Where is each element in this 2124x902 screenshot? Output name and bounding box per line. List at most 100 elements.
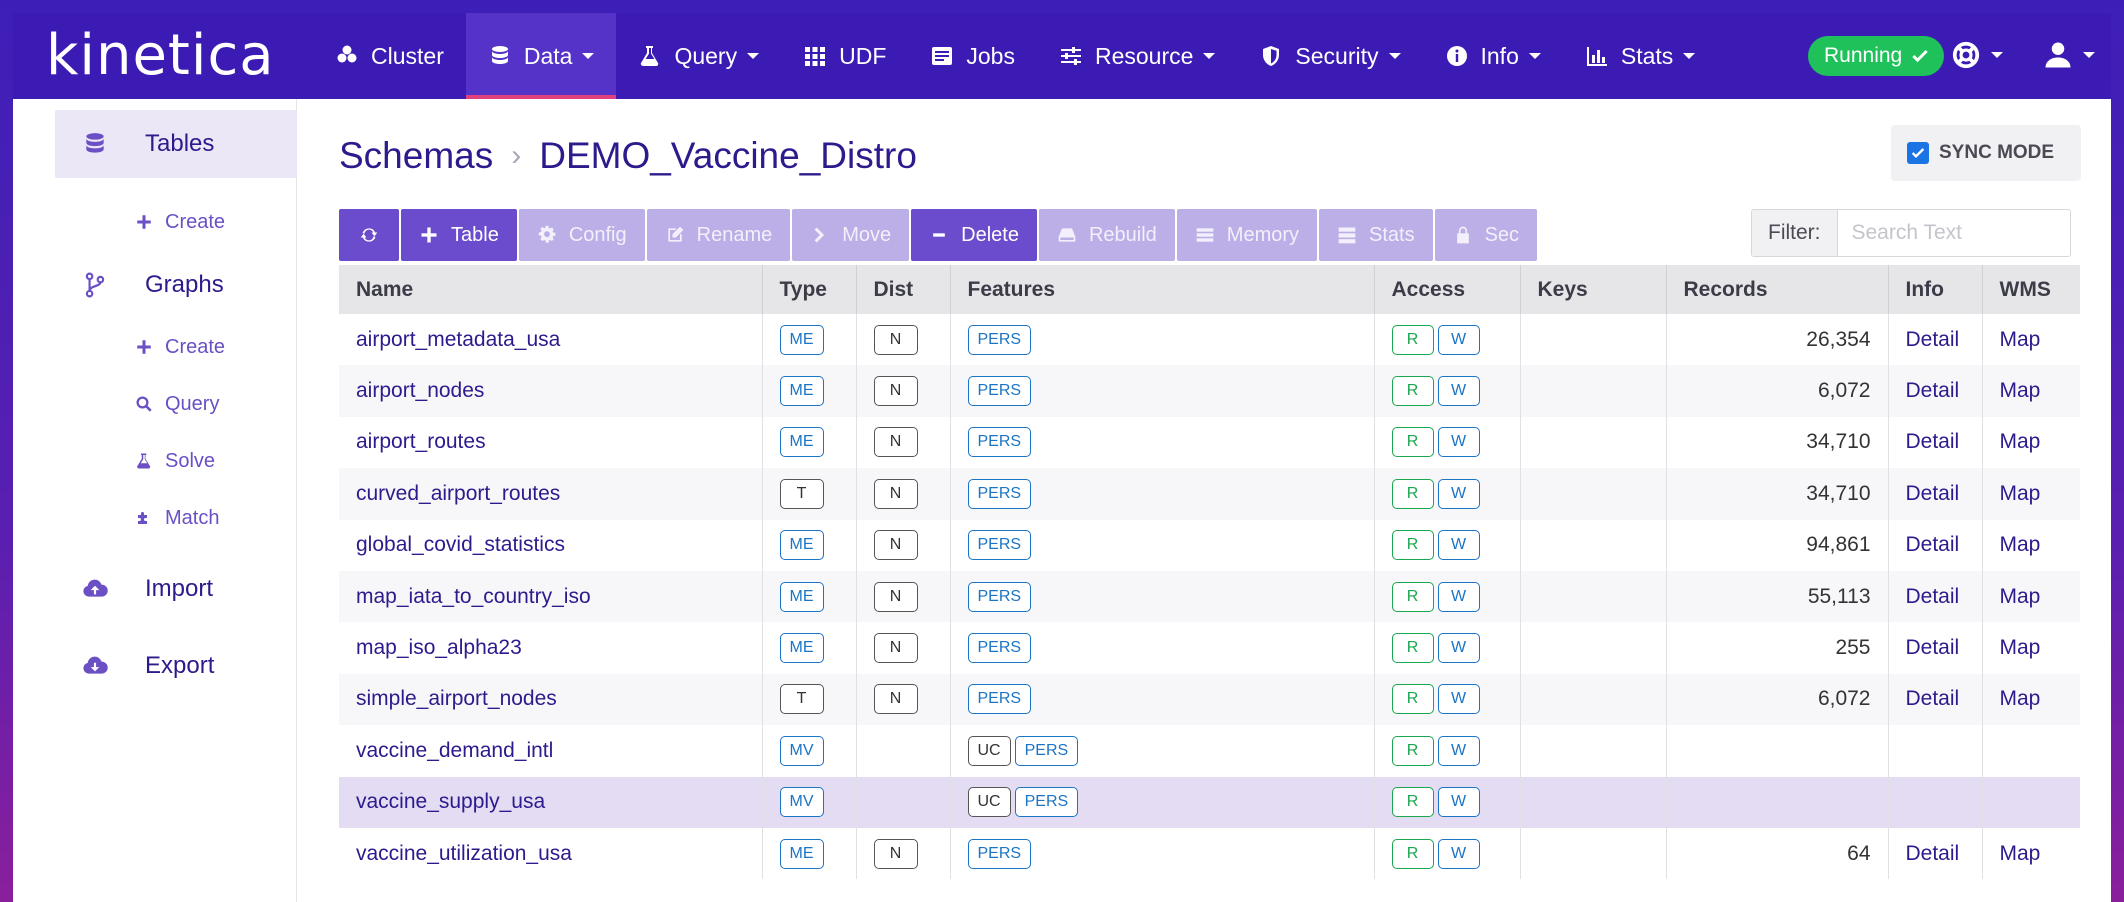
detail-link[interactable]: Detail bbox=[1906, 687, 1960, 710]
table-row[interactable]: vaccine_utilization_usa ME N PERS R W 64 Detail… bbox=[339, 827, 2080, 880]
detail-link[interactable]: Detail bbox=[1906, 379, 1960, 402]
sidebar-sub-tables-create[interactable]: Create bbox=[135, 202, 225, 242]
nav-item-security[interactable]: Security bbox=[1237, 13, 1422, 99]
sidebar-sub-graphs-solve[interactable]: Solve bbox=[135, 441, 215, 481]
nav-item-cluster[interactable]: Cluster bbox=[313, 13, 466, 99]
add-table-button[interactable]: Table bbox=[401, 209, 517, 261]
sync-mode-checkbox[interactable] bbox=[1907, 142, 1929, 164]
detail-link[interactable]: Detail bbox=[1906, 430, 1960, 453]
detail-link[interactable]: Detail bbox=[1906, 585, 1960, 608]
cell-name[interactable]: map_iata_to_country_iso bbox=[339, 570, 763, 623]
column-header-info[interactable]: Info bbox=[1888, 265, 1983, 314]
sidebar-item-tables[interactable]: Tables bbox=[55, 110, 297, 178]
table-row[interactable]: map_iata_to_country_iso ME N PERS R W 55,113 De… bbox=[339, 570, 2080, 623]
table-row[interactable]: vaccine_supply_usa MV UC PERS R W bbox=[339, 776, 2080, 828]
rename-button[interactable]: Rename bbox=[646, 209, 791, 261]
delete-button[interactable]: Delete bbox=[911, 209, 1037, 261]
feature-badge: PERS bbox=[967, 324, 1032, 355]
kinetica-logo[interactable]: kinetica bbox=[46, 28, 275, 84]
dist-badge: N bbox=[873, 838, 918, 869]
cell-name[interactable]: vaccine_supply_usa bbox=[339, 776, 763, 828]
map-link[interactable]: Map bbox=[2000, 328, 2041, 351]
cell-records: 34,710 bbox=[1666, 468, 1889, 520]
map-link[interactable]: Map bbox=[2000, 379, 2041, 402]
move-button[interactable]: Move bbox=[792, 209, 910, 261]
sidebar-item-import[interactable]: Import bbox=[55, 555, 297, 623]
table-name-link[interactable]: simple_airport_nodes bbox=[356, 687, 557, 710]
column-header-type[interactable]: Type bbox=[762, 265, 857, 314]
table-row[interactable]: curved_airport_routes T N PERS R W 34,710 Detai… bbox=[339, 468, 2080, 520]
cell-name[interactable]: airport_routes bbox=[339, 416, 763, 469]
column-header-features[interactable]: Features bbox=[950, 265, 1375, 314]
map-link[interactable]: Map bbox=[2000, 533, 2041, 556]
detail-link[interactable]: Detail bbox=[1906, 636, 1960, 659]
sidebar-item-graphs[interactable]: Graphs bbox=[55, 251, 297, 319]
user-menu[interactable] bbox=[2043, 40, 2095, 70]
column-header-wms[interactable]: WMS bbox=[1982, 265, 2080, 314]
nav-item-resource[interactable]: Resource bbox=[1037, 13, 1237, 99]
table-row[interactable]: airport_routes ME N PERS R W 34,710 Detail Map bbox=[339, 416, 2080, 469]
status-badge[interactable]: Running bbox=[1808, 36, 1945, 76]
cell-info: Detail bbox=[1888, 314, 1983, 366]
cell-name[interactable]: global_covid_statistics bbox=[339, 519, 763, 571]
nav-item-query[interactable]: Query bbox=[616, 13, 781, 99]
table-row[interactable]: map_iso_alpha23 ME N PERS R W 255 Detail Map bbox=[339, 622, 2080, 674]
cell-name[interactable]: simple_airport_nodes bbox=[339, 673, 763, 726]
sidebar-item-export[interactable]: Export bbox=[55, 632, 297, 700]
rebuild-button[interactable]: Rebuild bbox=[1038, 209, 1175, 261]
table-name-link[interactable]: vaccine_supply_usa bbox=[356, 790, 545, 813]
cell-name[interactable]: airport_metadata_usa bbox=[339, 314, 763, 366]
nav-item-jobs[interactable]: Jobs bbox=[908, 13, 1037, 99]
cell-name[interactable]: airport_nodes bbox=[339, 365, 763, 417]
cell-name[interactable]: vaccine_demand_intl bbox=[339, 725, 763, 777]
breadcrumb-schemas-link[interactable]: Schemas bbox=[339, 135, 493, 177]
map-link[interactable]: Map bbox=[2000, 687, 2041, 710]
table-row[interactable]: airport_metadata_usa ME N PERS R W 26,354 Detai… bbox=[339, 314, 2080, 366]
table-row[interactable]: vaccine_demand_intl MV UC PERS R W bbox=[339, 725, 2080, 777]
cell-name[interactable]: vaccine_utilization_usa bbox=[339, 827, 763, 880]
table-name-link[interactable]: curved_airport_routes bbox=[356, 482, 560, 505]
detail-link[interactable]: Detail bbox=[1906, 842, 1960, 865]
detail-link[interactable]: Detail bbox=[1906, 533, 1960, 556]
map-link[interactable]: Map bbox=[2000, 482, 2041, 505]
search-input[interactable] bbox=[1837, 210, 2070, 256]
config-button[interactable]: Config bbox=[518, 209, 645, 261]
table-name-link[interactable]: airport_nodes bbox=[356, 379, 484, 402]
table-name-link[interactable]: airport_routes bbox=[356, 430, 486, 453]
sidebar-sub-graphs-create[interactable]: Create bbox=[135, 327, 225, 367]
refresh-button[interactable] bbox=[339, 209, 399, 261]
nav-item-udf[interactable]: UDF bbox=[781, 13, 908, 99]
column-header-records[interactable]: Records bbox=[1666, 265, 1889, 314]
sidebar-sub-graphs-query[interactable]: Query bbox=[135, 384, 219, 424]
detail-link[interactable]: Detail bbox=[1906, 328, 1960, 351]
security-button[interactable]: Sec bbox=[1434, 209, 1538, 261]
stats-button[interactable]: Stats bbox=[1319, 209, 1433, 261]
help-menu[interactable] bbox=[1951, 40, 2003, 70]
cell-name[interactable]: map_iso_alpha23 bbox=[339, 622, 763, 674]
memory-button[interactable]: Memory bbox=[1176, 209, 1318, 261]
map-link[interactable]: Map bbox=[2000, 842, 2041, 865]
table-name-link[interactable]: vaccine_demand_intl bbox=[356, 739, 553, 762]
table-name-link[interactable]: map_iso_alpha23 bbox=[356, 636, 522, 659]
sidebar-sub-graphs-match[interactable]: Match bbox=[135, 498, 219, 538]
map-link[interactable]: Map bbox=[2000, 430, 2041, 453]
nav-item-stats[interactable]: Stats bbox=[1563, 13, 1717, 99]
column-header-access[interactable]: Access bbox=[1374, 265, 1521, 314]
table-name-link[interactable]: map_iata_to_country_iso bbox=[356, 585, 591, 608]
column-header-keys[interactable]: Keys bbox=[1520, 265, 1667, 314]
nav-item-info[interactable]: Info bbox=[1423, 13, 1563, 99]
nav-item-data[interactable]: Data bbox=[465, 13, 617, 99]
map-link[interactable]: Map bbox=[2000, 585, 2041, 608]
sync-mode-toggle[interactable]: SYNC MODE bbox=[1891, 125, 2081, 181]
column-header-dist[interactable]: Dist bbox=[856, 265, 951, 314]
map-link[interactable]: Map bbox=[2000, 636, 2041, 659]
table-name-link[interactable]: airport_metadata_usa bbox=[356, 328, 560, 351]
table-row[interactable]: airport_nodes ME N PERS R W 6,072 Detail Map bbox=[339, 365, 2080, 417]
detail-link[interactable]: Detail bbox=[1906, 482, 1960, 505]
table-name-link[interactable]: vaccine_utilization_usa bbox=[356, 842, 572, 865]
column-header-name[interactable]: Name bbox=[339, 265, 763, 314]
table-row[interactable]: simple_airport_nodes T N PERS R W 6,072 Detail M… bbox=[339, 673, 2080, 726]
cell-name[interactable]: curved_airport_routes bbox=[339, 468, 763, 520]
table-row[interactable]: global_covid_statistics ME N PERS R W 94,861 De… bbox=[339, 519, 2080, 571]
table-name-link[interactable]: global_covid_statistics bbox=[356, 533, 565, 556]
